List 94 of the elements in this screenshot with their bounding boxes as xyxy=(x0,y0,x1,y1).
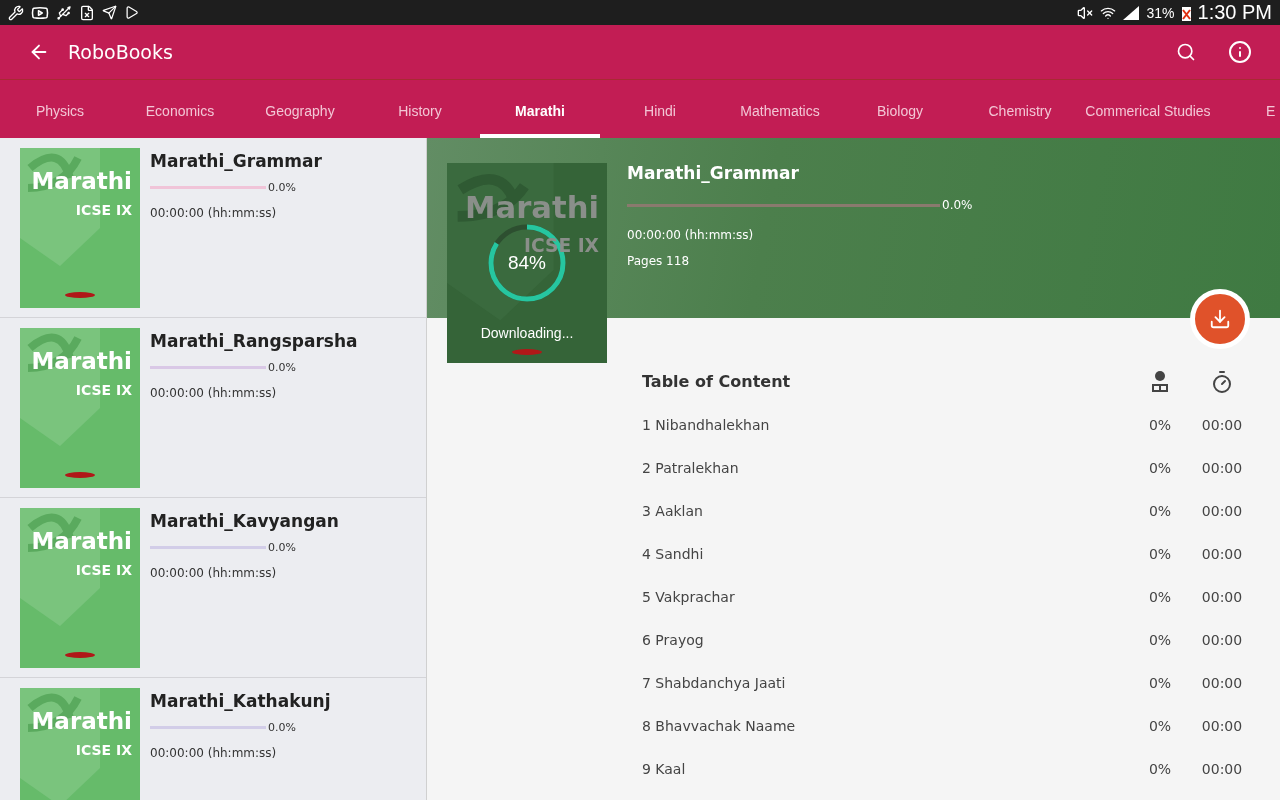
cover-title: Marathi xyxy=(31,348,132,374)
download-icon xyxy=(1209,308,1231,330)
cover-subtitle: ICSE IX xyxy=(75,202,132,218)
subject-tab[interactable]: History xyxy=(360,80,480,138)
progress-percent: 0.0% xyxy=(268,361,296,374)
book-title: Marathi_Rangsparsha xyxy=(150,331,358,351)
battery-percent: 31% xyxy=(1146,4,1175,21)
progress-percent: 0.0% xyxy=(268,541,296,554)
chapter-percent: 0% xyxy=(1147,760,1173,777)
chapter-time: 00:00 xyxy=(1200,760,1244,777)
chapter-row[interactable]: 8 Bhavvachak Naame 0% 00:00 xyxy=(642,704,1254,747)
chapter-row[interactable]: 9 Kaal 0% 00:00 xyxy=(642,747,1254,790)
chapter-time: 00:00 xyxy=(1200,588,1244,605)
page-count: Pages 118 xyxy=(627,254,691,268)
subject-tab[interactable]: Economics xyxy=(120,80,240,138)
chapter-title: 6 Prayog xyxy=(642,631,705,648)
subject-tab[interactable]: Geography xyxy=(240,80,360,138)
chapter-title: 5 Vakprachar xyxy=(642,588,736,605)
subject-tab[interactable]: Chemistry xyxy=(960,80,1080,138)
progress-percent: 0.0% xyxy=(268,181,296,194)
search-icon xyxy=(1176,42,1196,62)
chapter-percent: 0% xyxy=(1147,631,1173,648)
file-icon xyxy=(79,4,95,21)
reading-time: 00:00:00 (hh:mm:ss) xyxy=(150,746,278,760)
play-store-icon xyxy=(124,5,139,20)
reading-time: 00:00:00 (hh:mm:ss) xyxy=(150,386,278,400)
book-title: Marathi_Kavyangan xyxy=(150,511,339,531)
chapter-percent: 0% xyxy=(1147,588,1173,605)
send-icon xyxy=(102,5,117,20)
chapter-row[interactable]: 2 Patralekhan 0% 00:00 xyxy=(642,446,1254,489)
mute-icon xyxy=(1077,4,1094,21)
battery-icon xyxy=(1181,4,1191,21)
clock-time: 1:30 PM xyxy=(1197,1,1272,24)
chapter-percent: 0% xyxy=(1147,502,1173,519)
reading-time: 00:00:00 (hh:mm:ss) xyxy=(150,206,278,220)
wrench-icon xyxy=(8,4,24,21)
chapter-time: 00:00 xyxy=(1200,545,1244,562)
chapter-title: 4 Sandhi xyxy=(642,545,705,562)
timer-icon xyxy=(1210,369,1234,394)
reading-time: 00:00:00 (hh:mm:ss) xyxy=(150,566,278,580)
chapter-title: 2 Patralekhan xyxy=(642,459,740,476)
info-icon xyxy=(1228,40,1252,64)
chapter-percent: 0% xyxy=(1147,545,1173,562)
cover-title: Marathi xyxy=(31,168,132,194)
chapter-percent: 0% xyxy=(1147,674,1173,691)
chapter-row[interactable]: 4 Sandhi 0% 00:00 xyxy=(642,532,1254,575)
publisher-logo xyxy=(65,472,95,478)
reading-time: 00:00:00 (hh:mm:ss) xyxy=(627,228,755,242)
subject-tab[interactable]: Commerical Studies xyxy=(1080,80,1216,138)
chapter-title: 7 Shabdanchya Jaati xyxy=(642,674,787,691)
download-percent: 84% xyxy=(507,252,547,274)
usb-icon xyxy=(56,4,72,21)
publisher-logo xyxy=(512,349,542,355)
chapter-title: 9 Kaal xyxy=(642,760,687,777)
subject-tab[interactable]: Biology xyxy=(840,80,960,138)
cover-subtitle: ICSE IX xyxy=(75,562,132,578)
publisher-logo xyxy=(65,652,95,658)
chapter-title: 3 Aaklan xyxy=(642,502,704,519)
chapter-percent: 0% xyxy=(1147,459,1173,476)
cover-subtitle: ICSE IX xyxy=(75,742,132,758)
chapter-row[interactable]: 7 Shabdanchya Jaati 0% 00:00 xyxy=(642,661,1254,704)
reader-icon xyxy=(1150,369,1170,394)
cover-title: Marathi xyxy=(465,189,599,225)
subject-tab[interactable]: Physics xyxy=(0,80,120,138)
chapter-time: 00:00 xyxy=(1200,502,1244,519)
chapter-percent: 0% xyxy=(1147,416,1173,433)
chapter-title: 8 Bhavvachak Naame xyxy=(642,717,797,734)
cover-subtitle: ICSE IX xyxy=(75,382,132,398)
cover-title: Marathi xyxy=(31,528,132,554)
toc-heading: Table of Content xyxy=(642,372,792,391)
chapter-title: 1 Nibandhalekhan xyxy=(642,416,771,433)
download-status: Downloading... xyxy=(479,325,575,341)
chapter-time: 00:00 xyxy=(1200,416,1244,433)
book-title: Marathi_Grammar xyxy=(627,163,800,183)
chapter-percent: 0% xyxy=(1147,717,1173,734)
chapter-time: 00:00 xyxy=(1200,631,1244,648)
progress-percent: 0.0% xyxy=(942,198,973,212)
cover-title: Marathi xyxy=(31,708,132,734)
chapter-time: 00:00 xyxy=(1200,459,1244,476)
subject-tab[interactable]: Mathematics xyxy=(720,80,840,138)
subject-tab[interactable]: E xyxy=(1216,80,1280,138)
chapter-row[interactable]: 1 Nibandhalekhan 0% 00:00 xyxy=(642,403,1254,446)
chapter-row[interactable]: 6 Prayog 0% 00:00 xyxy=(642,618,1254,661)
chapter-row[interactable]: 3 Aaklan 0% 00:00 xyxy=(642,489,1254,532)
signal-icon xyxy=(1123,5,1140,20)
app-title: RoboBooks xyxy=(68,41,173,63)
subject-tab[interactable]: Hindi xyxy=(600,80,720,138)
chapter-time: 00:00 xyxy=(1200,674,1244,691)
book-title: Marathi_Kathakunj xyxy=(150,691,331,711)
publisher-logo xyxy=(65,292,95,298)
chapter-row[interactable]: 5 Vakprachar 0% 00:00 xyxy=(642,575,1254,618)
progress-percent: 0.0% xyxy=(268,721,296,734)
chapter-time: 00:00 xyxy=(1200,717,1244,734)
book-title: Marathi_Grammar xyxy=(150,151,322,171)
